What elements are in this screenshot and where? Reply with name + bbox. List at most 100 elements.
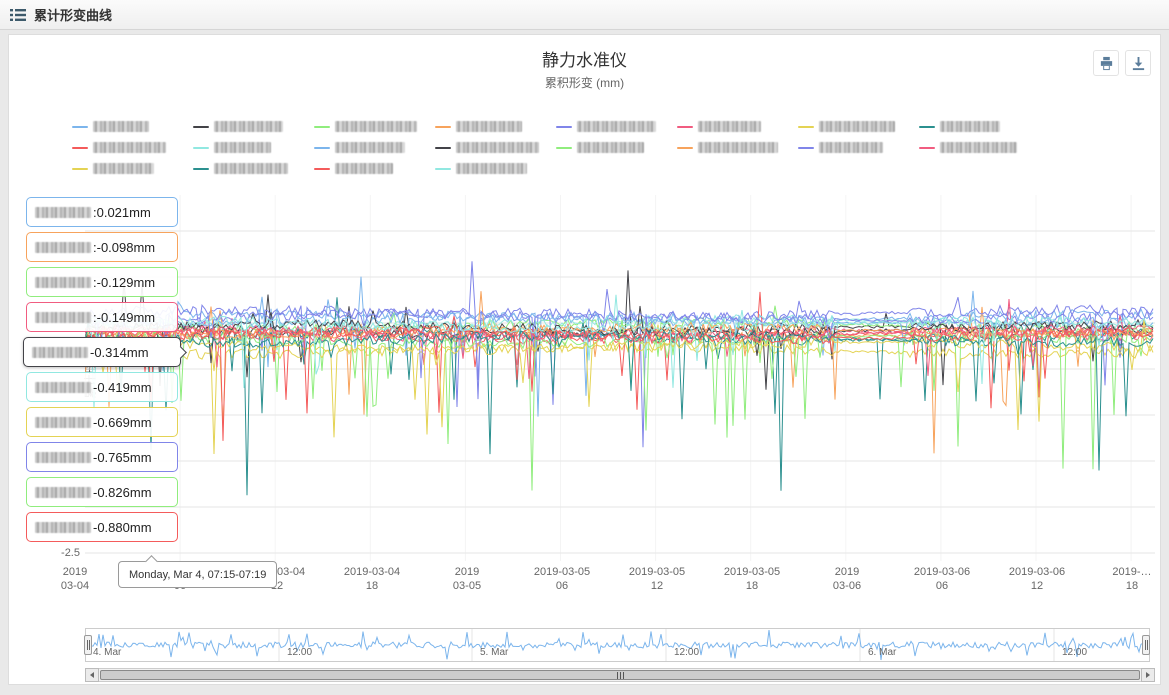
series-name-redacted [35,417,91,428]
legend-marker-line [435,168,451,170]
navigator-label: 12:00 [287,647,312,658]
legend-item[interactable] [193,120,314,133]
tooltip-value: :-0.129mm [93,275,155,290]
value-tooltip: :-0.129mm [26,267,178,297]
legend-item[interactable] [919,141,1040,154]
legend-marker-line [314,168,330,170]
series-name-redacted [35,487,91,498]
legend-label-redacted [940,142,1017,153]
x-axis-label: 2019-03-0612 [992,565,1082,593]
download-icon [1131,56,1146,71]
legend [72,120,1112,175]
value-tooltip: -0.314mm [23,337,181,367]
legend-item[interactable] [798,141,919,154]
legend-item[interactable] [193,141,314,154]
x-axis-label: 201903-04 [30,565,120,593]
scrollbar-thumb[interactable] [100,670,1140,680]
navigator-label: 6. Mar [868,647,896,658]
legend-item[interactable] [435,162,556,175]
legend-item[interactable] [314,141,435,154]
legend-marker-line [919,126,935,128]
series-name-redacted [35,312,91,323]
x-axis-label: 2019-03-0518 [707,565,797,593]
legend-marker-line [193,147,209,149]
legend-marker-line [314,126,330,128]
legend-label-redacted [940,121,1000,132]
legend-item[interactable] [314,120,435,133]
legend-label-redacted [698,121,761,132]
scrollbar [85,668,1155,682]
value-tooltip: -0.419mm [26,372,178,402]
x-axis-label: 2019-03-0418 [327,565,417,593]
value-tooltip: :0.021mm [26,197,178,227]
value-tooltip: :-0.149mm [26,302,178,332]
legend-label-redacted [456,142,539,153]
value-tooltip: :-0.098mm [26,232,178,262]
legend-label-redacted [335,121,417,132]
shared-tooltip: Monday, Mar 4, 07:15-07:19 [118,561,277,588]
legend-marker-line [193,126,209,128]
x-axis-label: 2019-03-0506 [517,565,607,593]
legend-item[interactable] [72,162,193,175]
tooltip-value: -0.826mm [93,485,152,500]
legend-marker-line [193,168,209,170]
scrollbar-left-button[interactable] [85,668,99,682]
x-axis-label: 201903-06 [802,565,892,593]
navigator-series [85,628,1150,662]
legend-item[interactable] [556,120,677,133]
tooltip-value: -0.669mm [93,415,152,430]
legend-label-redacted [214,163,288,174]
scrollbar-track[interactable] [99,668,1141,682]
legend-item[interactable] [435,141,556,154]
legend-marker-line [556,126,572,128]
list-icon [10,8,26,22]
legend-item[interactable] [556,141,677,154]
legend-label-redacted [93,142,166,153]
legend-marker-line [72,126,88,128]
scrollbar-right-button[interactable] [1141,668,1155,682]
tooltip-value: :0.021mm [93,205,151,220]
right-arrow-icon [1146,672,1150,678]
series-name-redacted [35,452,91,463]
legend-item[interactable] [677,120,798,133]
chart-stage: 静力水准仪 累积形变 (mm) 累计形变 -2.5 201903-042019-… [0,30,1169,695]
navigator-handle-left[interactable] [84,635,92,655]
legend-marker-line [72,168,88,170]
legend-item[interactable] [435,120,556,133]
legend-item[interactable] [798,120,919,133]
legend-item[interactable] [919,120,1040,133]
series-name-redacted [35,382,91,393]
x-axis-label: 2019-03-0512 [612,565,702,593]
legend-item[interactable] [193,162,314,175]
legend-marker-line [435,126,451,128]
printer-icon [1099,56,1114,71]
x-axis-label: 2019-03-0606 [897,565,987,593]
legend-marker-line [919,147,935,149]
legend-item[interactable] [677,141,798,154]
legend-marker-line [72,147,88,149]
legend-item[interactable] [314,162,435,175]
legend-label-redacted [819,142,883,153]
tooltip-value: -0.880mm [93,520,152,535]
legend-label-redacted [93,121,149,132]
page-title: 累计形变曲线 [34,5,112,24]
legend-label-redacted [577,121,656,132]
navigator-label: 4. Mar [93,647,121,658]
plot-area[interactable] [85,195,1155,561]
legend-label-redacted [819,121,895,132]
value-tooltip: -0.669mm [26,407,178,437]
navigator-handle-right[interactable] [1142,635,1150,655]
navigator[interactable]: 4. Mar12:005. Mar12:006. Mar12:00 [85,628,1150,662]
legend-label-redacted [214,121,283,132]
navigator-label: 5. Mar [480,647,508,658]
print-button[interactable] [1093,50,1119,76]
legend-item[interactable] [72,120,193,133]
tooltip-value: -0.419mm [93,380,152,395]
download-button[interactable] [1125,50,1151,76]
chart-subtitle: 累积形变 (mm) [0,74,1169,91]
series-name-redacted [35,242,91,253]
x-axis-label: 2019-…18 [1087,565,1169,593]
legend-item[interactable] [72,141,193,154]
export-buttons [1093,50,1151,76]
y-axis-label: -2.5 [38,547,80,559]
